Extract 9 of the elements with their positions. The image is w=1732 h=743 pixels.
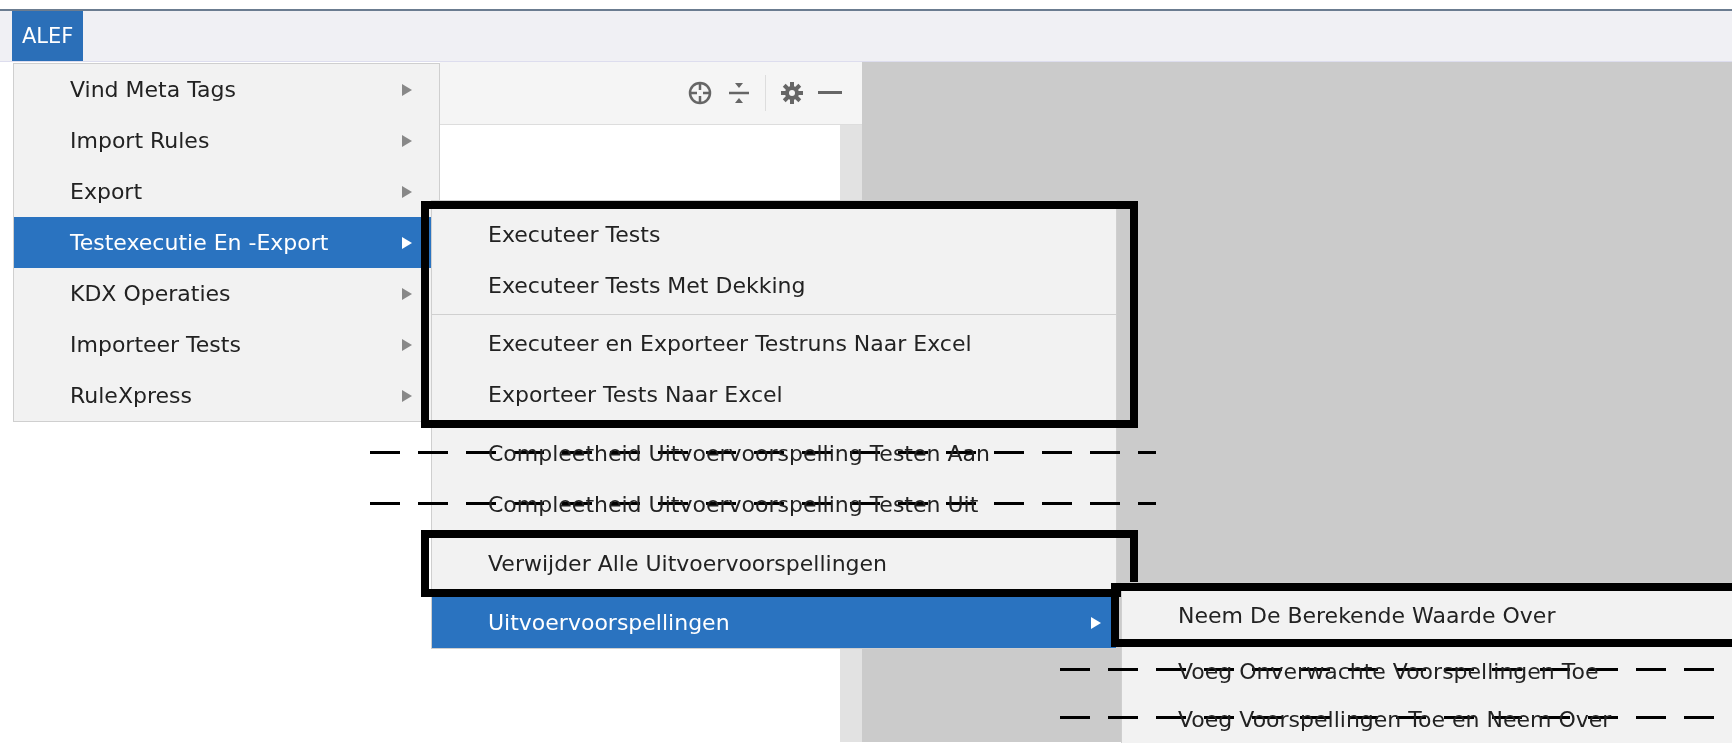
collapse-icon[interactable] xyxy=(727,80,751,106)
menu-item[interactable]: Verwijder Alle Uitvoervoorspellingen xyxy=(432,538,1116,589)
menu-item[interactable]: Uitvoervoorspellingen xyxy=(432,597,1116,648)
minimize-icon[interactable] xyxy=(818,90,842,96)
menu-tab[interactable]: ALEF xyxy=(12,11,84,61)
menu-item[interactable]: Import Rules xyxy=(14,115,439,166)
crosshair-icon[interactable] xyxy=(687,80,713,106)
menu-item[interactable]: Neem De Berekende Waarde Over xyxy=(1122,591,1732,639)
menu-item[interactable]: Vind Meta Tags xyxy=(14,64,439,115)
